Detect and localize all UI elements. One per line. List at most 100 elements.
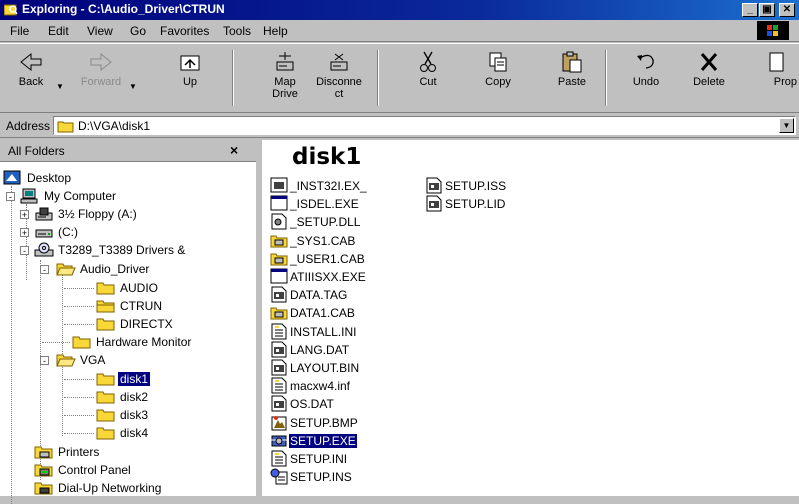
dialup-icon [34,480,54,496]
file-name: INSTALL.INI [290,324,357,339]
forward-dropdown-icon[interactable]: ▼ [129,82,137,91]
title-bar[interactable]: Exploring - C:\Audio_Driver\CTRUN _ ▣ ✕ [0,0,799,20]
folder-icon [96,316,116,332]
toolbar-separator [605,50,607,106]
menu-edit[interactable]: Edit [48,24,69,38]
folder-icon [96,389,116,405]
application-icon [270,195,288,212]
application-icon [270,268,288,285]
file-name: OS.DAT [290,397,334,412]
file-name: LAYOUT.BIN [290,361,360,375]
tree-connector-line [11,186,12,504]
expand-icon[interactable]: + [20,210,29,220]
dat-file-icon [270,286,288,303]
dll-file-icon [270,213,288,230]
printer-icon [34,444,54,460]
tree-connector-line [64,415,94,416]
toolbar: Back ▼ Forward ▼ Up Map Drive Disconne c… [0,43,799,113]
restore-button[interactable]: ▣ [759,3,775,17]
folder-icon [96,371,116,387]
tree-connector-line [62,362,63,436]
collapse-icon[interactable]: - [20,246,29,256]
disconnect-button[interactable]: Disconne ct [310,50,368,110]
dat-file-icon [270,341,288,358]
tree-item-label: disk1 [118,372,151,386]
collapse-icon[interactable]: - [40,356,49,366]
tree-item-label: 3½ Floppy (A:) [58,207,137,221]
folder-icon [72,334,92,350]
file-name: ATIIISXX.EXE [290,270,366,284]
minimize-button[interactable]: _ [742,3,758,17]
delete-x-icon [700,53,718,71]
copy-button[interactable]: Copy [469,50,527,110]
forward-button[interactable]: Forward [72,50,130,110]
cut-button[interactable]: Cut [399,50,457,110]
tree-item-label: DIRECTX [120,317,173,331]
tree-item-label: disk3 [120,408,149,422]
tree-item-label: T3289_T3389 Drivers & [58,243,186,257]
collapse-icon[interactable]: - [40,265,49,275]
close-pane-button[interactable]: × [230,142,238,158]
properties-button[interactable]: Prop [741,50,799,110]
file-name: _SYS1.CAB [290,233,356,248]
menu-favorites[interactable]: Favorites [160,24,209,38]
menu-bar: File Edit View Go Favorites Tools Help [0,20,799,42]
explorer-icon [4,4,18,16]
toolbar-separator [232,50,234,106]
dat-file-icon [425,195,443,212]
tree-item-label: CTRUN [120,299,162,313]
back-arrow-icon [20,52,42,72]
address-bar: Address D:\VGA\disk1 ▼ [0,114,799,138]
file-name: DATA.TAG [290,288,348,303]
file-list-pane: disk1 _INST32I.EX_ _ISDEL.EXE _SETUP.DLL _S… [262,140,799,496]
collapse-icon[interactable]: - [6,192,15,202]
cabinet-file-icon [270,232,288,249]
dat-file-icon [270,395,288,412]
folder-icon [96,407,116,423]
file-name: SETUP.EXE [289,433,357,448]
tree-item-label: Dial-Up Networking [58,481,162,495]
paste-button[interactable]: Paste [543,50,601,110]
application-icon [270,432,288,449]
address-input[interactable]: D:\VGA\disk1 ▼ [53,116,796,135]
back-button[interactable]: Back [2,50,60,110]
tree-item-label: disk4 [120,426,149,440]
tree-item-label: Desktop [27,171,72,185]
map-drive-button[interactable]: Map Drive [256,50,314,110]
menu-file[interactable]: File [10,24,29,38]
ini-file-icon [270,377,288,394]
undo-icon [637,54,654,69]
desktop-icon [3,170,23,186]
tree-connector-line [64,397,94,398]
dat-file-icon [270,359,288,376]
drive-icon [34,224,54,240]
ini-file-icon [270,450,288,467]
paste-icon [562,51,582,73]
bmp-file-icon [270,414,288,431]
folder-icon [96,298,116,314]
cabinet-file-icon [270,250,288,267]
folder-icon [96,280,116,296]
cdrom-icon [34,242,54,258]
file-name: _SETUP.DLL [290,215,361,230]
back-dropdown-icon[interactable]: ▼ [56,82,64,91]
tree-connector-line [64,433,94,434]
menu-tools[interactable]: Tools [223,24,251,38]
map-drive-icon [276,52,294,71]
address-dropdown-button[interactable]: ▼ [779,118,794,133]
menu-help[interactable]: Help [263,24,288,38]
up-button[interactable]: Up [161,50,219,110]
address-value: D:\VGA\disk1 [78,119,151,133]
ins-file-icon [270,468,288,485]
file-name: LANG.DAT [290,342,350,357]
close-button[interactable]: ✕ [779,3,795,17]
delete-button[interactable]: Delete [680,50,738,110]
menu-view[interactable]: View [87,24,113,38]
menu-go[interactable]: Go [130,24,146,38]
tree-connector-line [64,324,94,325]
tree-connector-line [42,342,70,343]
expand-icon[interactable]: + [20,228,29,238]
undo-button[interactable]: Undo [617,50,675,110]
open-folder-icon [56,352,76,368]
file-name: SETUP.LID [445,197,506,212]
